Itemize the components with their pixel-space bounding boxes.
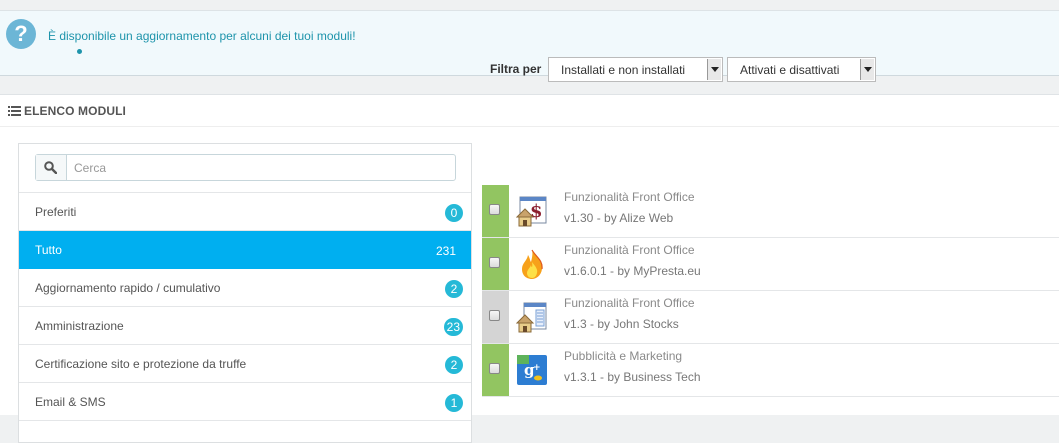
category-label: Tutto bbox=[35, 243, 62, 257]
module-category: Pubblicità e Marketing bbox=[564, 349, 683, 363]
search-box bbox=[35, 154, 456, 181]
module-checkbox[interactable] bbox=[489, 310, 500, 321]
chevron-down-icon bbox=[860, 59, 874, 80]
search-input[interactable] bbox=[72, 158, 446, 178]
list-icon bbox=[8, 106, 21, 116]
search-row bbox=[19, 144, 471, 193]
category-label: Email & SMS bbox=[35, 395, 106, 409]
module-row: $ Funzionalità Front Office v1.30 - by A… bbox=[482, 185, 1059, 238]
category-item-amministrazione[interactable]: Amministrazione 23 bbox=[19, 307, 471, 345]
category-count-badge: 23 bbox=[443, 318, 463, 336]
category-count-badge: 2 bbox=[445, 356, 463, 374]
category-label: Preferiti bbox=[35, 205, 77, 219]
chevron-down-icon bbox=[707, 59, 721, 80]
install-status-select[interactable]: Installati e non installati bbox=[548, 57, 723, 82]
question-icon: ? bbox=[6, 19, 36, 49]
module-category: Funzionalità Front Office bbox=[564, 296, 695, 310]
module-checkbox[interactable] bbox=[489, 257, 500, 268]
module-version: v1.30 - by Alize Web bbox=[564, 211, 674, 225]
category-label: Amministrazione bbox=[35, 319, 124, 333]
alert-bullet bbox=[77, 49, 82, 54]
module-version: v1.6.0.1 - by MyPresta.eu bbox=[564, 264, 701, 278]
filter-label: Filtra per bbox=[490, 62, 542, 76]
category-item-certificazione[interactable]: Certificazione sito e protezione da truf… bbox=[19, 345, 471, 383]
category-count-badge: 1 bbox=[445, 394, 463, 412]
module-category: Funzionalità Front Office bbox=[564, 190, 695, 204]
module-row: Funzionalità Front Office v1.3 - by John… bbox=[482, 291, 1059, 344]
house-window-icon bbox=[516, 302, 547, 333]
category-list: Preferiti 0 Tutto 231 Aggiornamento rapi… bbox=[18, 143, 472, 443]
panel-heading: ELENCO MODULI bbox=[0, 95, 1059, 127]
category-count-badge: 0 bbox=[445, 204, 463, 222]
module-checkbox[interactable] bbox=[489, 204, 500, 215]
module-checkbox[interactable] bbox=[489, 363, 500, 374]
category-item-preferiti[interactable]: Preferiti 0 bbox=[19, 193, 471, 231]
svg-text:+: + bbox=[533, 363, 541, 373]
install-status-value: Installati e non installati bbox=[561, 63, 686, 77]
module-version: v1.3 - by John Stocks bbox=[564, 317, 679, 331]
module-version: v1.3.1 - by Business Tech bbox=[564, 370, 701, 384]
svg-text:$: $ bbox=[530, 201, 543, 222]
category-item-tutto[interactable]: Tutto 231 bbox=[19, 231, 471, 269]
category-item-aggiornamento[interactable]: Aggiornamento rapido / cumulativo 2 bbox=[19, 269, 471, 307]
alert-message: È disponibile un aggiornamento per alcun… bbox=[48, 29, 356, 43]
active-status-select[interactable]: Attivati e disattivati bbox=[727, 57, 876, 82]
category-label: Aggiornamento rapido / cumulativo bbox=[35, 281, 221, 295]
panel-title: ELENCO MODULI bbox=[24, 104, 126, 118]
category-count-badge: 2 bbox=[445, 280, 463, 298]
category-label: Certificazione sito e protezione da truf… bbox=[35, 357, 247, 371]
house-price-icon: $ bbox=[516, 196, 547, 227]
category-count-badge: 231 bbox=[435, 244, 456, 258]
module-row: Funzionalità Front Office v1.6.0.1 - by … bbox=[482, 238, 1059, 291]
flame-icon bbox=[522, 249, 543, 279]
module-row: g + Pubblicità e Marketing v1.3.1 - by B… bbox=[482, 344, 1059, 397]
module-category: Funzionalità Front Office bbox=[564, 243, 695, 257]
active-status-value: Attivati e disattivati bbox=[740, 63, 840, 77]
category-item-email-sms[interactable]: Email & SMS 1 bbox=[19, 383, 471, 421]
search-icon bbox=[36, 155, 67, 180]
google-plus-icon: g + bbox=[517, 355, 547, 385]
